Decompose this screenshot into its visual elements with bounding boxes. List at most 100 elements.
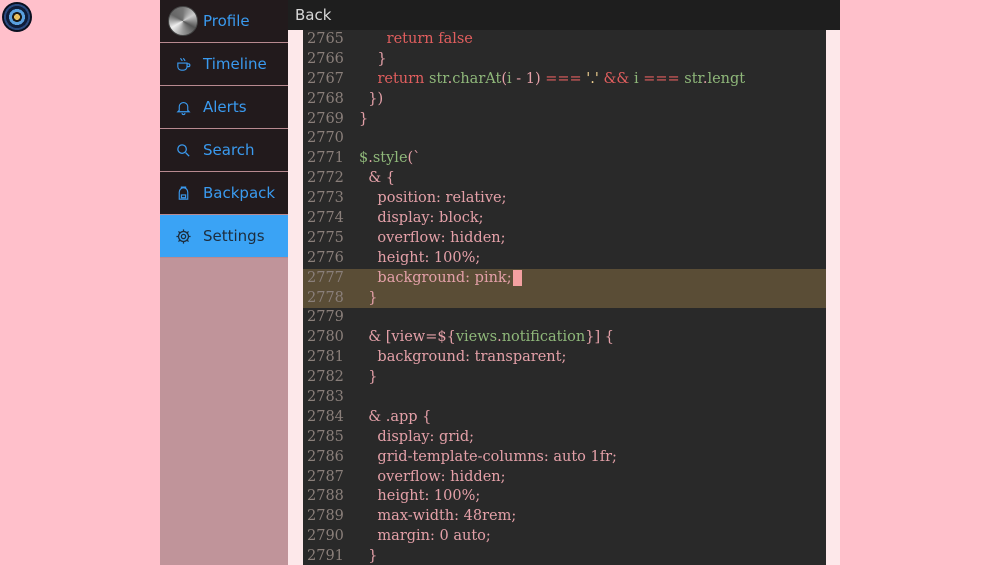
line-number: 2787	[307, 468, 344, 485]
sidebar-item-search[interactable]: Search	[160, 129, 288, 172]
code-line[interactable]: 2785 display: grid;	[303, 428, 826, 448]
sidebar-item-label: Backpack	[203, 184, 276, 202]
line-code: return false	[386, 31, 473, 47]
line-number: 2765	[307, 31, 344, 47]
line-code: margin: 0 auto;	[359, 528, 491, 545]
code-line[interactable]: 2770	[303, 129, 826, 149]
line-code: $.style(`	[359, 150, 421, 167]
code-editor[interactable]: 2765 return false 2766 } 2767 return str.c…	[303, 30, 826, 565]
code-line[interactable]: 2782 }	[303, 368, 826, 388]
line-number: 2777	[307, 269, 344, 286]
line-number: 2776	[307, 249, 344, 266]
line-code: height: 100%;	[359, 488, 481, 505]
bell-icon	[166, 99, 200, 116]
sidebar-item-backpack[interactable]: Backpack	[160, 172, 288, 215]
line-code: position: relative;	[359, 190, 507, 207]
line-code: height: 100%;	[359, 249, 481, 266]
line-code: & .app {	[359, 408, 432, 425]
backpack-icon	[166, 185, 200, 202]
code-line[interactable]: 2775 overflow: hidden;	[303, 229, 826, 249]
line-code: max-width: 48rem;	[359, 508, 517, 525]
code-line[interactable]: 2768 })	[303, 90, 826, 110]
line-number: 2782	[307, 369, 344, 386]
line-number: 2774	[307, 210, 344, 227]
text-cursor	[512, 269, 522, 286]
sidebar-item-settings[interactable]: Settings	[160, 215, 288, 258]
line-number: 2788	[307, 488, 344, 505]
line-number: 2773	[307, 190, 344, 207]
line-code: background: pink;	[351, 269, 522, 289]
sidebar-item-label: Settings	[203, 227, 265, 245]
code-line[interactable]: 2789 max-width: 48rem;	[303, 507, 826, 527]
back-button[interactable]: Back	[295, 6, 331, 24]
line-code: & {	[359, 170, 395, 187]
line-code: overflow: hidden;	[359, 468, 506, 485]
line-number: 2790	[307, 528, 344, 545]
code-line[interactable]: 2787 overflow: hidden;	[303, 468, 826, 488]
gear-icon	[166, 228, 200, 245]
sidebar: Profile Timeline Alerts Search Backpack …	[160, 0, 288, 565]
code-line[interactable]: 2766 }	[303, 50, 826, 70]
search-icon	[166, 142, 200, 159]
app-logo-icon	[2, 2, 32, 32]
line-number: 2778	[307, 289, 344, 306]
line-number: 2768	[307, 90, 344, 107]
code-line[interactable]: 2781 background: transparent;	[303, 348, 826, 368]
top-bar: Back	[288, 0, 840, 30]
code-line[interactable]: 2780 & [view=${views.notification}] {	[303, 328, 826, 348]
sidebar-item-timeline[interactable]: Timeline	[160, 43, 288, 86]
code-line[interactable]: 2790 margin: 0 auto;	[303, 527, 826, 547]
sidebar-item-profile[interactable]: Profile	[160, 0, 288, 43]
line-code: })	[359, 90, 384, 107]
line-code: & [view=${views.notification}] {	[359, 329, 614, 346]
line-code: }	[359, 369, 378, 386]
line-number: 2785	[307, 428, 344, 445]
line-code: }	[359, 50, 387, 67]
line-number: 2784	[307, 408, 344, 425]
sidebar-item-alerts[interactable]: Alerts	[160, 86, 288, 129]
code-line[interactable]: 2788 height: 100%;	[303, 487, 826, 507]
sidebar-item-label: Timeline	[203, 55, 267, 73]
line-code: }	[359, 110, 369, 127]
code-line[interactable]: 2786 grid-template-columns: auto 1fr;	[303, 448, 826, 468]
line-code: return str.charAt(i - 1) === '.' && i ==…	[377, 70, 746, 87]
coffee-icon	[166, 56, 200, 73]
sidebar-item-label: Alerts	[203, 98, 247, 116]
code-line[interactable]: 2772 & {	[303, 169, 826, 189]
line-code: display: grid;	[359, 428, 475, 445]
line-code: grid-template-columns: auto 1fr;	[359, 448, 617, 465]
code-line[interactable]: 2769}	[303, 110, 826, 130]
line-number: 2789	[307, 508, 344, 525]
code-line[interactable]: 2791 }	[303, 547, 826, 565]
code-line[interactable]: 2773 position: relative;	[303, 189, 826, 209]
line-number: 2786	[307, 448, 344, 465]
code-line[interactable]: 2765 return false	[303, 30, 826, 50]
line-code: overflow: hidden;	[359, 229, 506, 246]
code-line[interactable]: 2774 display: block;	[303, 209, 826, 229]
code-line[interactable]: 2767 return str.charAt(i - 1) === '.' &&…	[303, 70, 826, 90]
line-number: 2783	[307, 389, 344, 406]
line-code: display: block;	[359, 210, 484, 227]
line-code: }	[359, 548, 378, 565]
code-line[interactable]: 2783	[303, 388, 826, 408]
code-line[interactable]: 2779	[303, 308, 826, 328]
line-number: 2791	[307, 548, 344, 565]
line-number: 2781	[307, 349, 344, 366]
code-line[interactable]: 2771 $.style(`	[303, 149, 826, 169]
sidebar-item-label: Profile	[203, 12, 250, 30]
line-number: 2770	[307, 130, 344, 147]
line-code: }	[359, 289, 378, 306]
sidebar-item-label: Search	[203, 141, 255, 159]
code-line[interactable]: 2784 & .app {	[303, 408, 826, 428]
line-number: 2775	[307, 229, 344, 246]
line-number: 2771	[307, 150, 344, 167]
line-number: 2779	[307, 309, 344, 326]
code-line[interactable]: 2778 }	[303, 288, 826, 309]
code-line[interactable]: 2777 background: pink;	[303, 268, 826, 289]
code-line[interactable]: 2776 height: 100%;	[303, 249, 826, 269]
line-number: 2767	[307, 70, 344, 87]
line-number: 2769	[307, 110, 344, 127]
